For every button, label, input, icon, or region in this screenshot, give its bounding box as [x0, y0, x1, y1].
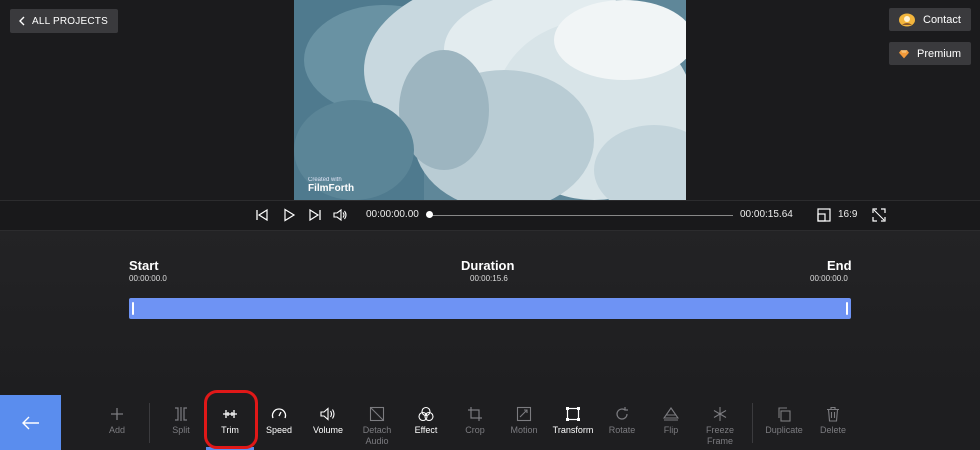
duration-label: Duration [461, 258, 515, 273]
preview-area: ALL PROJECTS Created with FilmForth Cont… [0, 0, 980, 200]
tool-label: Flip [663, 425, 679, 435]
tool-label: Trim [221, 425, 239, 435]
separator [149, 403, 150, 443]
tool-detach-audio[interactable]: Detach Audio [352, 395, 402, 450]
duration-value: 00:00:15.6 [470, 274, 508, 283]
skip-to-end-icon[interactable] [308, 208, 322, 222]
detach-audio-icon [369, 406, 385, 422]
tool-crop[interactable]: Crop [450, 395, 500, 450]
plus-icon [111, 408, 123, 420]
aspect-ratio-icon[interactable] [817, 208, 831, 222]
tool-freeze-frame[interactable]: Freeze Frame [695, 395, 745, 450]
tool-label: Split [172, 425, 190, 435]
tool-label: Effect [414, 425, 438, 435]
tool-effect[interactable]: Effect [401, 395, 451, 450]
start-value: 00:00:00.0 [129, 274, 167, 283]
all-projects-button[interactable]: ALL PROJECTS [10, 9, 118, 33]
split-icon [175, 407, 187, 421]
tool-transform[interactable]: Transform [548, 395, 598, 450]
premium-button[interactable]: Premium [889, 42, 971, 65]
tool-label: Motion [510, 425, 538, 435]
trim-icon [223, 410, 237, 418]
motion-icon [516, 406, 532, 422]
edit-toolbar: Add Split Trim Speed Volume Detach Audio… [0, 390, 980, 450]
contact-avatar-icon [899, 13, 915, 26]
play-icon[interactable] [282, 208, 296, 222]
effect-icon [418, 406, 434, 422]
tool-split[interactable]: Split [156, 395, 206, 450]
trim-panel: Start 00:00:00.0 Duration 00:00:15.6 End… [0, 231, 980, 395]
tool-rotate[interactable]: Rotate [597, 395, 647, 450]
trim-start-handle[interactable] [132, 302, 134, 315]
fullscreen-icon[interactable] [872, 208, 886, 222]
arrow-left-icon [21, 416, 39, 429]
end-label: End [827, 258, 852, 273]
tool-label: Rotate [608, 425, 636, 435]
contact-label: Contact [923, 13, 961, 26]
watermark-brand: FilmForth [308, 183, 355, 194]
back-button[interactable] [0, 395, 61, 450]
current-time: 00:00:00.00 [366, 209, 419, 220]
tool-label: Speed [265, 425, 293, 435]
cloud-image [294, 0, 686, 200]
tool-flip[interactable]: Flip [646, 395, 696, 450]
skip-to-start-icon[interactable] [255, 208, 269, 222]
total-time: 00:00:15.64 [740, 209, 793, 220]
contact-button[interactable]: Contact [889, 8, 971, 31]
chevron-left-icon [19, 16, 25, 26]
seek-track[interactable] [430, 215, 733, 216]
tool-trim[interactable]: Trim [205, 395, 255, 450]
seek-knob[interactable] [426, 211, 433, 218]
start-label: Start [129, 258, 159, 273]
tool-speed[interactable]: Speed [254, 395, 304, 450]
tool-motion[interactable]: Motion [499, 395, 549, 450]
tool-label: Crop [465, 425, 485, 435]
diamond-icon [899, 49, 909, 58]
tool-volume[interactable]: Volume [303, 395, 353, 450]
volume-icon[interactable] [333, 208, 347, 222]
tool-label: Volume [312, 425, 344, 435]
trash-icon [827, 406, 839, 422]
transform-icon [566, 407, 580, 421]
tool-add[interactable]: Add [92, 395, 142, 450]
all-projects-label: ALL PROJECTS [32, 15, 108, 27]
aspect-ratio-label[interactable]: 16:9 [838, 209, 857, 220]
tool-label: Freeze Frame [705, 425, 734, 446]
speaker-icon [320, 407, 335, 421]
flip-icon [663, 407, 679, 421]
tool-delete[interactable]: Delete [808, 395, 858, 450]
rotate-icon [616, 407, 628, 420]
premium-label: Premium [916, 47, 961, 60]
tool-label: Duplicate [765, 425, 803, 435]
separator [752, 403, 753, 443]
tool-label: Delete [819, 425, 846, 435]
playback-bar: 00:00:00.00 00:00:15.64 16:9 [0, 200, 980, 231]
trim-end-handle[interactable] [846, 302, 848, 315]
video-preview: Created with FilmForth [294, 0, 686, 200]
tool-duplicate[interactable]: Duplicate [759, 395, 809, 450]
speedometer-icon [271, 408, 287, 419]
tool-label: Add [108, 425, 125, 435]
crop-icon [468, 407, 482, 421]
trim-range-bar[interactable] [129, 298, 851, 319]
duplicate-icon [778, 407, 791, 422]
snowflake-icon [713, 407, 727, 421]
tool-label: Transform [552, 425, 594, 435]
end-value: 00:00:00.0 [810, 274, 848, 283]
tool-label: Detach Audio [362, 425, 392, 446]
